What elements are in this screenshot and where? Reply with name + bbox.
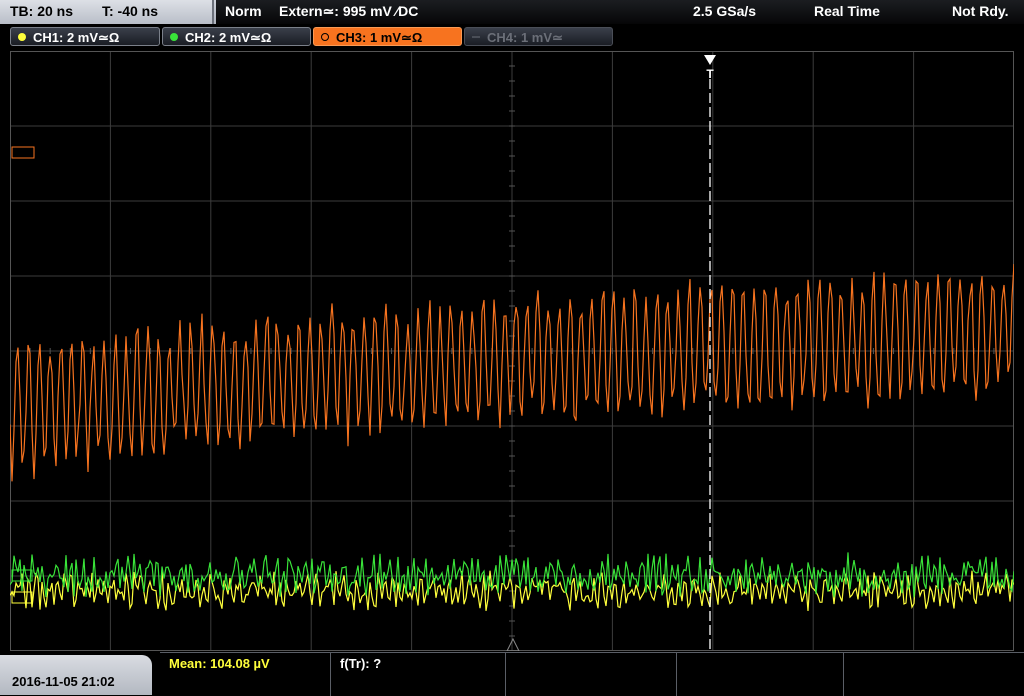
measurement-cell-5[interactable] — [844, 653, 1024, 696]
channel-4-button[interactable]: CH4: 1 mV≃ — [464, 27, 613, 46]
trigger-marker: T — [706, 67, 714, 81]
waveform-display[interactable]: T — [10, 51, 1014, 651]
trigger-source-label: Extern≃: 995 mV ∕DC — [279, 3, 419, 19]
sample-rate-label: 2.5 GSa/s — [693, 3, 757, 19]
measurement-cell-4[interactable] — [677, 653, 844, 696]
channel-2-dot-icon — [170, 33, 178, 41]
top-status-bar: TB: 20 ns T: -40 ns Norm Extern≃: 995 mV… — [0, 0, 1024, 24]
trigger-position-arrow-icon[interactable] — [704, 55, 716, 65]
trigger-level-marker-icon — [506, 637, 520, 651]
channel-3-dot-icon — [321, 33, 329, 41]
timebase-label: TB: 20 ns — [10, 3, 74, 19]
mean-measurement-label: Mean: 104.08 µV — [169, 656, 270, 671]
channel-1-offset-marker[interactable] — [11, 591, 33, 604]
trigger-panel[interactable]: Norm Extern≃: 995 mV ∕DC 2.5 GSa/s Real … — [216, 0, 1024, 24]
channel-bar: CH1: 2 mV≃Ω CH2: 2 mV≃Ω CH3: 1 mV≃Ω CH4:… — [0, 24, 1024, 50]
ftr-measurement-cell[interactable]: f(Tr): ? — [331, 653, 506, 696]
timebase-panel[interactable]: TB: 20 ns T: -40 ns — [0, 0, 214, 24]
measurement-bar: Mean: 104.08 µV f(Tr): ? — [160, 652, 1024, 696]
channel-3-offset-marker[interactable] — [11, 146, 35, 159]
channel-4-off-icon — [472, 36, 480, 38]
datetime-panel: 2016-11-05 21:02 — [0, 655, 152, 695]
channel-2-button[interactable]: CH2: 2 mV≃Ω — [162, 27, 311, 46]
datetime-label: 2016-11-05 21:02 — [12, 674, 115, 689]
acquisition-mode-label: Norm — [225, 3, 262, 19]
measurement-cell-3[interactable] — [506, 653, 677, 696]
channel-4-label: CH4: 1 mV≃ — [487, 30, 563, 45]
status-label: Not Rdy. — [952, 3, 1009, 19]
display-mode-label: Real Time — [814, 3, 880, 19]
channel-2-label: CH2: 2 mV≃Ω — [185, 30, 272, 45]
channel-1-label: CH1: 2 mV≃Ω — [33, 30, 120, 45]
channel-1-button[interactable]: CH1: 2 mV≃Ω — [10, 27, 160, 46]
channel-1-dot-icon — [18, 33, 26, 41]
trigger-time-label: T: -40 ns — [102, 3, 159, 19]
channel-3-label: CH3: 1 mV≃Ω — [336, 30, 423, 45]
channel-3-button[interactable]: CH3: 1 mV≃Ω — [313, 27, 462, 46]
mean-measurement-cell[interactable]: Mean: 104.08 µV — [160, 653, 331, 696]
ftr-measurement-label: f(Tr): ? — [340, 656, 382, 671]
